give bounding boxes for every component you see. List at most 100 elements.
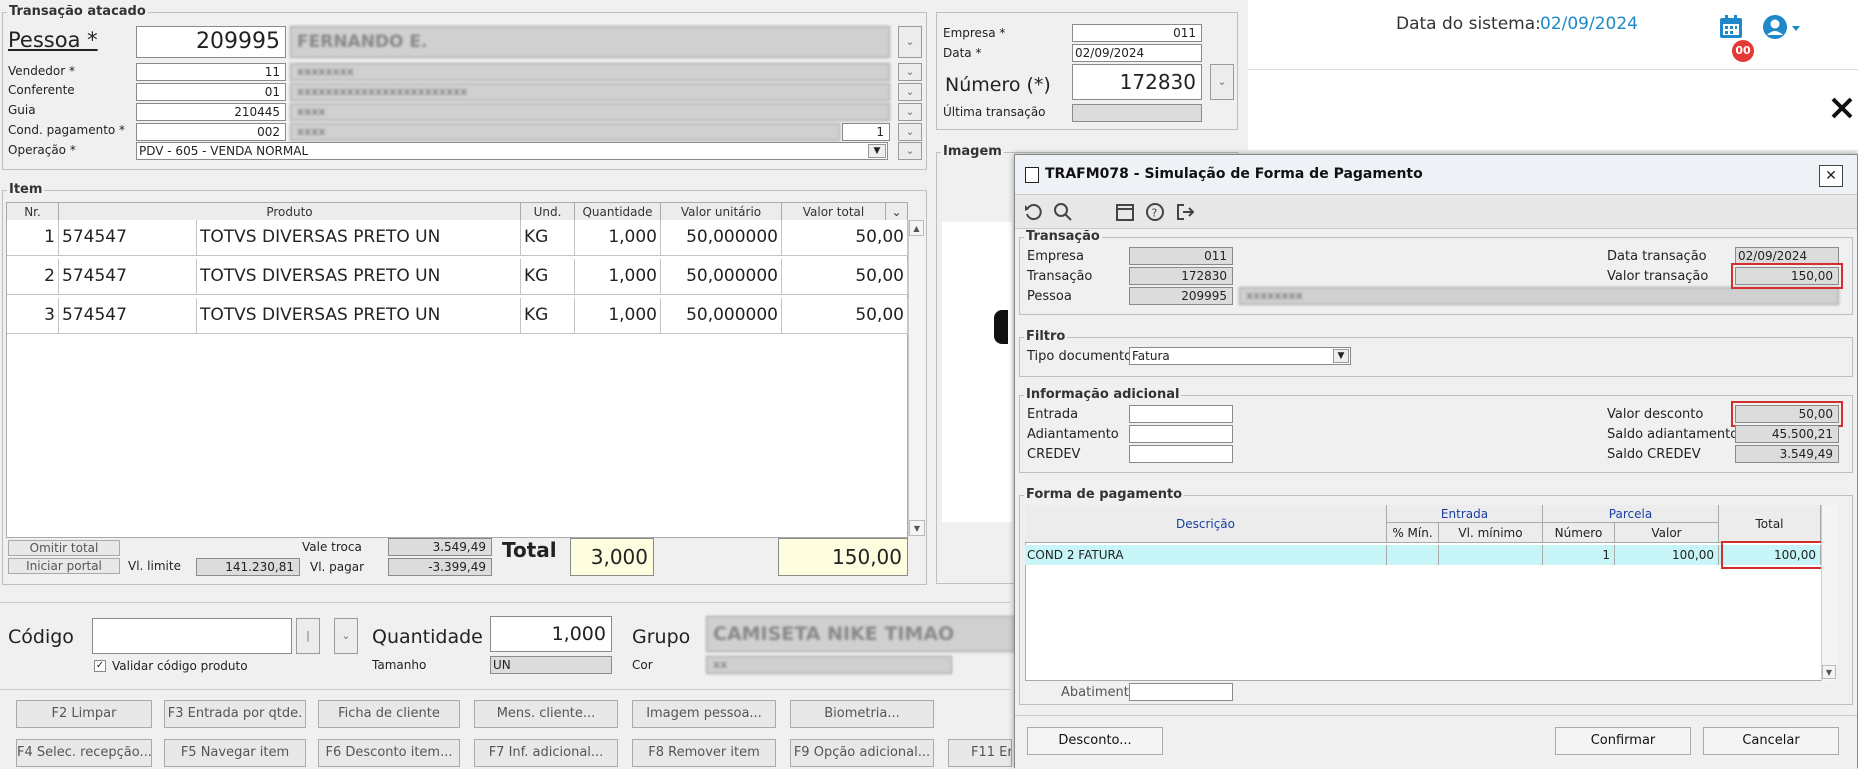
col-parcela[interactable]: Parcela <box>1543 505 1719 523</box>
desconto-button[interactable]: Desconto... <box>1027 727 1163 755</box>
dlg-transacao-label: Transação <box>1027 269 1093 284</box>
numero-lookup-button[interactable]: ⌄ <box>1210 64 1234 100</box>
saldo-credev-field: 3.549,49 <box>1735 445 1839 463</box>
numero-input[interactable]: 172830 <box>1072 64 1202 100</box>
cond-pagamento-num-input[interactable]: 1 <box>842 123 890 141</box>
col-descricao[interactable]: Descrição <box>1025 505 1387 543</box>
col-pct-min[interactable]: % Mín. <box>1387 523 1439 543</box>
col-vl-minimo[interactable]: Vl. mínimo <box>1439 523 1543 543</box>
quantidade-input[interactable]: 1,000 <box>490 616 612 652</box>
col-nr[interactable]: Nr. <box>7 203 59 221</box>
cond-pagamento-code-input[interactable]: 002 <box>136 123 286 141</box>
codigo-label: Código <box>8 626 74 648</box>
mens-cliente-button[interactable]: Mens. cliente... <box>474 700 618 728</box>
row-unit: 50,000000 <box>661 298 782 334</box>
close-icon[interactable] <box>1830 96 1854 120</box>
refresh-icon[interactable] <box>1023 202 1043 222</box>
col-valor-unitario[interactable]: Valor unitário <box>661 203 782 221</box>
codigo-grid-button[interactable]: | <box>296 618 320 654</box>
col-valor[interactable]: Valor <box>1615 523 1719 543</box>
total-qtd-field: 3,000 <box>570 538 654 576</box>
f3-entrada-button[interactable]: F3 Entrada por qtde. <box>164 700 306 728</box>
pessoa-code-input[interactable]: 209995 <box>136 26 286 58</box>
exit-icon[interactable] <box>1175 202 1195 222</box>
chevron-down-icon[interactable]: ▼ <box>868 144 886 158</box>
omitir-total-button[interactable]: Omitir total <box>8 540 120 556</box>
guia-name-field: xxxx <box>290 103 890 121</box>
conferente-code-input[interactable]: 01 <box>136 83 286 101</box>
group-title: Informação adicional <box>1024 387 1182 402</box>
payment-simulation-dialog: TRAFM078 - Simulação de Forma de Pagamen… <box>1014 154 1858 769</box>
vendedor-code-input[interactable]: 11 <box>136 63 286 81</box>
chevron-down-icon[interactable]: ▼ <box>1333 349 1349 363</box>
row-nr: 1 <box>7 220 59 256</box>
ficha-cliente-button[interactable]: Ficha de cliente <box>318 700 460 728</box>
col-produto[interactable]: Produto <box>59 203 521 221</box>
calendar-icon[interactable] <box>1718 14 1744 40</box>
f4-selec-recepcao-button[interactable]: F4 Selec. recepção... <box>16 739 152 767</box>
col-entrada[interactable]: Entrada <box>1387 505 1543 523</box>
dlg-transacao-field: 172830 <box>1129 267 1233 285</box>
guia-code-input[interactable]: 210445 <box>136 103 286 121</box>
calendar-icon[interactable] <box>1115 202 1135 222</box>
abatimento-input[interactable] <box>1129 683 1233 701</box>
user-avatar-icon[interactable] <box>1762 14 1802 42</box>
guia-lookup-button[interactable]: ⌄ <box>898 103 922 121</box>
confirmar-button[interactable]: Confirmar <box>1555 727 1691 755</box>
iniciar-portal-button[interactable]: Iniciar portal <box>8 558 120 574</box>
operacao-select[interactable]: PDV - 605 - VENDA NORMAL <box>136 142 888 160</box>
help-icon[interactable]: ? <box>1145 202 1165 222</box>
cor-field: xx <box>706 656 952 674</box>
f11-button[interactable]: F11 Er <box>948 739 1012 767</box>
credev-input[interactable] <box>1129 445 1233 463</box>
search-icon[interactable] <box>1053 202 1073 222</box>
row-und: KG <box>521 220 575 256</box>
codigo-input[interactable] <box>92 618 292 654</box>
conferente-lookup-button[interactable]: ⌄ <box>898 83 922 101</box>
items-scrollbar[interactable]: ▲ ▼ <box>908 220 925 536</box>
imagem-label: Imagem <box>941 144 1004 159</box>
col-und[interactable]: Und. <box>521 203 575 221</box>
data-input[interactable]: 02/09/2024 <box>1072 44 1202 62</box>
col-numero[interactable]: Número <box>1543 523 1615 543</box>
cond-pagamento-lookup-button[interactable]: ⌄ <box>898 123 922 141</box>
vendedor-lookup-button[interactable]: ⌄ <box>898 63 922 81</box>
row-code: 574547 <box>59 220 197 256</box>
tipo-documento-select[interactable]: Fatura <box>1129 347 1351 365</box>
tamanho-label: Tamanho <box>372 658 427 672</box>
row-code: 574547 <box>59 259 197 295</box>
f2-limpar-button[interactable]: F2 Limpar <box>16 700 152 728</box>
col-options-icon[interactable]: ⌄ <box>886 203 908 221</box>
row-descricao: COND 2 FATURA <box>1025 545 1387 565</box>
dlg-pessoa-field: 209995 <box>1129 287 1233 305</box>
codigo-lookup-button[interactable]: ⌄ <box>334 618 358 654</box>
f8-remover-item-button[interactable]: F8 Remover item <box>632 739 776 767</box>
dlg-data-label: Data transação <box>1607 249 1707 264</box>
dlg-pessoa-label: Pessoa <box>1027 289 1072 304</box>
col-quantidade[interactable]: Quantidade <box>575 203 661 221</box>
col-valor-total[interactable]: Valor total <box>782 203 886 221</box>
pessoa-lookup-button[interactable]: ⌄ <box>898 26 922 58</box>
imagem-pessoa-button[interactable]: Imagem pessoa... <box>632 700 776 728</box>
f9-opcao-adicional-button[interactable]: F9 Opção adicional... <box>790 739 934 767</box>
empresa-input[interactable]: 011 <box>1072 24 1202 42</box>
f7-inf-adicional-button[interactable]: F7 Inf. adicional... <box>474 739 618 767</box>
total-highlight <box>1721 541 1827 569</box>
operacao-lookup-button[interactable]: ⌄ <box>898 142 922 160</box>
cor-label: Cor <box>632 658 653 672</box>
cancelar-button[interactable]: Cancelar <box>1703 727 1839 755</box>
vale-troca-field: 3.549,49 <box>388 538 492 556</box>
group-title: Transação <box>1024 229 1102 244</box>
entrada-input[interactable] <box>1129 405 1233 423</box>
row-pct <box>1387 545 1439 565</box>
col-total[interactable]: Total <box>1719 505 1821 543</box>
validar-checkbox[interactable]: ✓ <box>94 660 106 672</box>
forma-scrollbar[interactable]: ▼ <box>1821 505 1837 681</box>
f6-desconto-item-button[interactable]: F6 Desconto item... <box>318 739 460 767</box>
dialog-close-button[interactable]: ✕ <box>1819 165 1843 187</box>
biometria-button[interactable]: Biometria... <box>790 700 934 728</box>
row-produto: TOTVS DIVERSAS PRETO UN <box>197 220 521 256</box>
adiantamento-input[interactable] <box>1129 425 1233 443</box>
conferente-name-field: xxxxxxxxxxxxxxxxxxxxxxxx <box>290 83 890 101</box>
f5-navegar-item-button[interactable]: F5 Navegar item <box>164 739 306 767</box>
